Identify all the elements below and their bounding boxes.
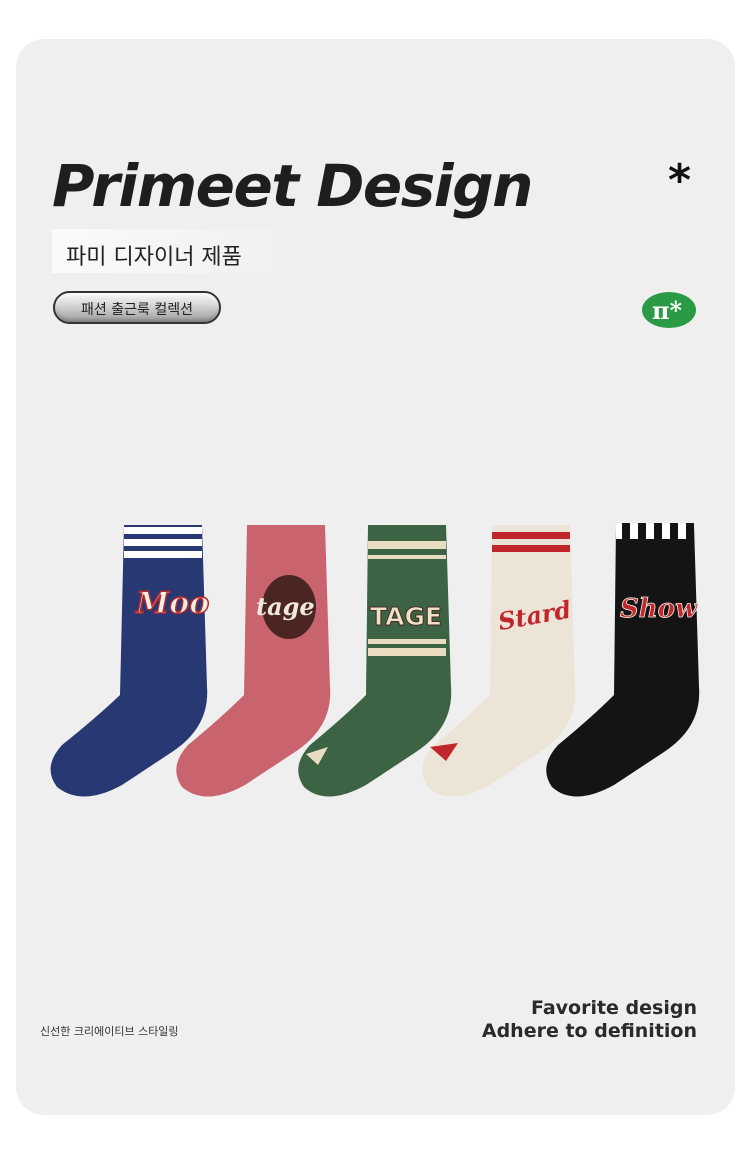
sock-green-label: TAGE bbox=[370, 602, 442, 631]
sock-navy-label: Moo bbox=[135, 586, 209, 621]
product-card: Primeet Design * 파미 디자이너 제품 패션 출근룩 컬렉션 π… bbox=[16, 39, 735, 1115]
logo-text: π* bbox=[652, 296, 683, 325]
collection-badge-label: 패션 출근룩 컬렉션 bbox=[81, 302, 193, 318]
asterisk-mark: * bbox=[668, 155, 692, 206]
korean-tagline: 신선한 크리에이티브 스타일링 bbox=[40, 1025, 179, 1038]
sock-pink-label: tage bbox=[256, 592, 315, 621]
subtitle-korean: 파미 디자이너 제품 bbox=[66, 245, 242, 270]
english-tagline: Favorite design Adhere to definition bbox=[482, 997, 697, 1043]
tagline-line-2: Adhere to definition bbox=[481, 1020, 697, 1042]
brand-title: Primeet Design bbox=[52, 152, 533, 220]
sock-black-label: Show bbox=[620, 594, 699, 624]
brand-logo-icon: π* bbox=[642, 292, 696, 328]
collection-badge[interactable]: 패션 출근룩 컬렉션 bbox=[53, 291, 221, 324]
socks-illustration: Moo tage TAGE Stard Show bbox=[50, 523, 699, 797]
tagline-line-1: Favorite design bbox=[530, 997, 697, 1019]
